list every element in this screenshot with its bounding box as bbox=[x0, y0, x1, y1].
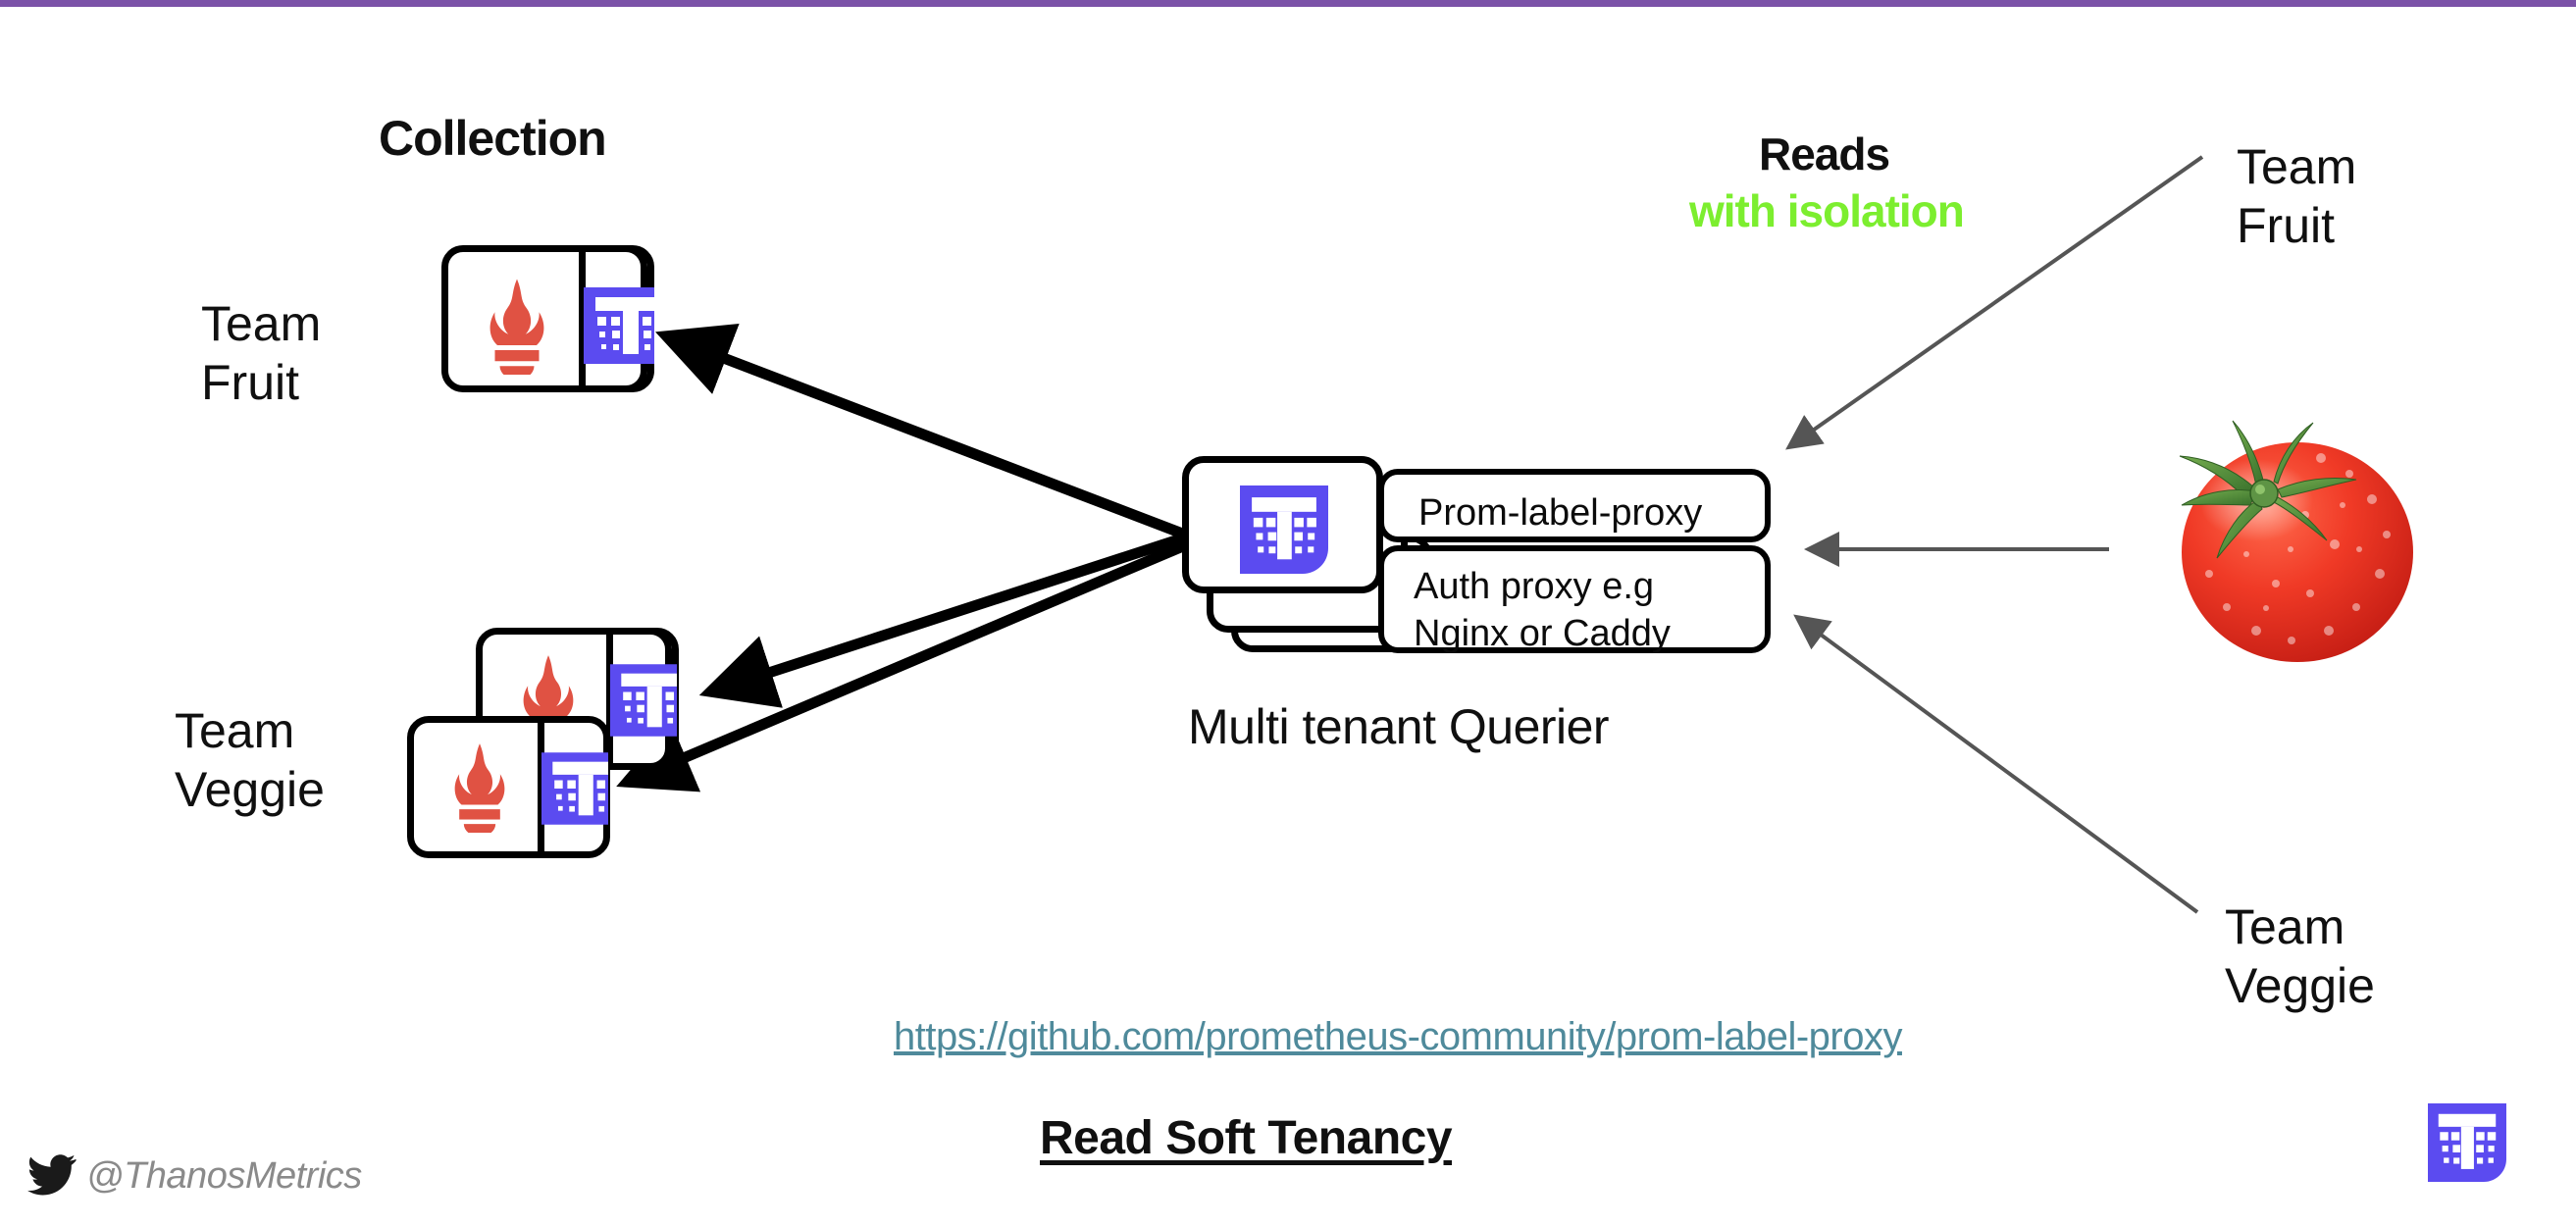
label-team-veggie-right: Team Veggie bbox=[2225, 899, 2375, 1013]
slide-canvas: Collection Reads with isolation Team Fru… bbox=[0, 0, 2576, 1226]
twitter-bird-icon bbox=[26, 1152, 77, 1201]
heading-with-isolation: with isolation bbox=[1689, 185, 1965, 236]
label-multi-tenant-querier: Multi tenant Querier bbox=[1188, 699, 1610, 754]
thanos-logo-icon bbox=[541, 752, 608, 825]
collection-box-team-veggie-lower[interactable] bbox=[407, 716, 610, 858]
top-accent-rule bbox=[0, 0, 2576, 7]
thanos-logo-icon bbox=[584, 287, 654, 364]
page-title-collection: Collection bbox=[379, 111, 607, 166]
arrow-querier-to-team-veggie-lower bbox=[616, 539, 1188, 792]
thanos-logo-icon bbox=[610, 664, 677, 737]
slide-title-read-soft-tenancy: Read Soft Tenancy bbox=[1040, 1112, 1453, 1164]
heading-reads: Reads bbox=[1759, 128, 1890, 179]
auth-proxy-label: Auth proxy e.g Nginx or Caddy bbox=[1414, 566, 1671, 654]
thanos-logo-icon bbox=[1240, 485, 1328, 579]
collection-box-team-fruit[interactable] bbox=[441, 245, 654, 392]
prom-label-proxy-label: Prom-label-proxy bbox=[1418, 492, 1703, 534]
prom-label-proxy-box[interactable]: Prom-label-proxy bbox=[1378, 469, 1771, 542]
multi-tenant-querier-box[interactable] bbox=[1182, 456, 1383, 593]
prom-label-proxy-link[interactable]: https://github.com/prometheus-community/… bbox=[894, 1015, 1902, 1059]
label-team-veggie-left: Team Veggie bbox=[175, 703, 325, 817]
label-team-fruit-left: Team Fruit bbox=[201, 296, 322, 410]
thanos-logo-icon bbox=[2428, 1103, 2506, 1187]
prometheus-flame-icon bbox=[443, 741, 516, 838]
arrow-querier-to-team-veggie-upper bbox=[698, 532, 1187, 708]
twitter-handle: @ThanosMetrics bbox=[86, 1155, 362, 1197]
auth-proxy-box[interactable]: Auth proxy e.g Nginx or Caddy bbox=[1378, 545, 1771, 654]
tomato-photo bbox=[2179, 420, 2413, 662]
label-team-fruit-right: Team Fruit bbox=[2237, 139, 2357, 253]
arrow-team-veggie-read bbox=[1793, 614, 2199, 914]
arrow-querier-to-team-fruit bbox=[655, 323, 1187, 540]
prometheus-flame-icon bbox=[478, 277, 556, 380]
